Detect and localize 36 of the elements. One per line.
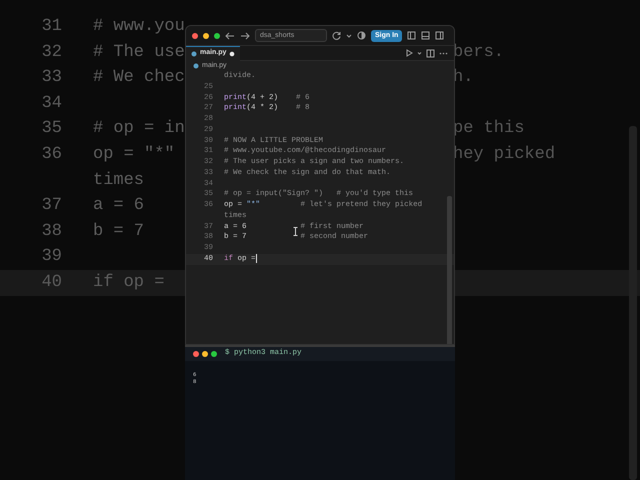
line-number: 37 xyxy=(40,195,62,218)
scrollbar[interactable] xyxy=(447,196,452,344)
line-number: 35 xyxy=(40,118,62,140)
text-caret xyxy=(256,254,257,263)
line-number: 32 xyxy=(40,42,62,64)
chevron-down-icon[interactable] xyxy=(417,50,422,56)
chevron-down-icon[interactable] xyxy=(346,32,352,38)
code-line: op = "*" xyxy=(93,144,175,166)
text-cursor-icon xyxy=(293,227,298,236)
code-line: if op = xyxy=(93,272,164,294)
line-number: 38 xyxy=(40,220,62,243)
run-icon[interactable] xyxy=(406,49,413,57)
code-line: times xyxy=(93,170,144,192)
line-number: 36 xyxy=(40,144,62,166)
sidebar-right-icon[interactable] xyxy=(435,31,444,40)
code-line: # op = in xyxy=(93,118,185,140)
panel-bottom-icon[interactable] xyxy=(421,31,430,40)
sidebar-left-icon[interactable] xyxy=(407,31,416,40)
line-number: 34 xyxy=(40,92,62,115)
python-file-icon xyxy=(191,50,197,56)
line-number: 31 xyxy=(40,16,62,38)
code-line: # The use xyxy=(93,42,185,64)
code-line: a = 6 xyxy=(93,195,144,218)
more-icon[interactable] xyxy=(439,52,448,54)
python-file-icon xyxy=(193,63,199,69)
line-number: 33 xyxy=(40,67,62,90)
forward-arrow-icon[interactable] xyxy=(240,32,250,40)
refresh-icon[interactable] xyxy=(332,31,341,40)
accounts-icon[interactable] xyxy=(357,31,366,40)
code-line: # We chec xyxy=(93,67,185,90)
back-arrow-icon[interactable] xyxy=(225,32,235,40)
split-editor-icon[interactable] xyxy=(426,48,435,58)
line-number: 39 xyxy=(40,246,62,268)
code-line: b = 7 xyxy=(93,220,144,243)
line-number: 40 xyxy=(40,272,62,294)
code-line: # www.you xyxy=(93,16,185,38)
